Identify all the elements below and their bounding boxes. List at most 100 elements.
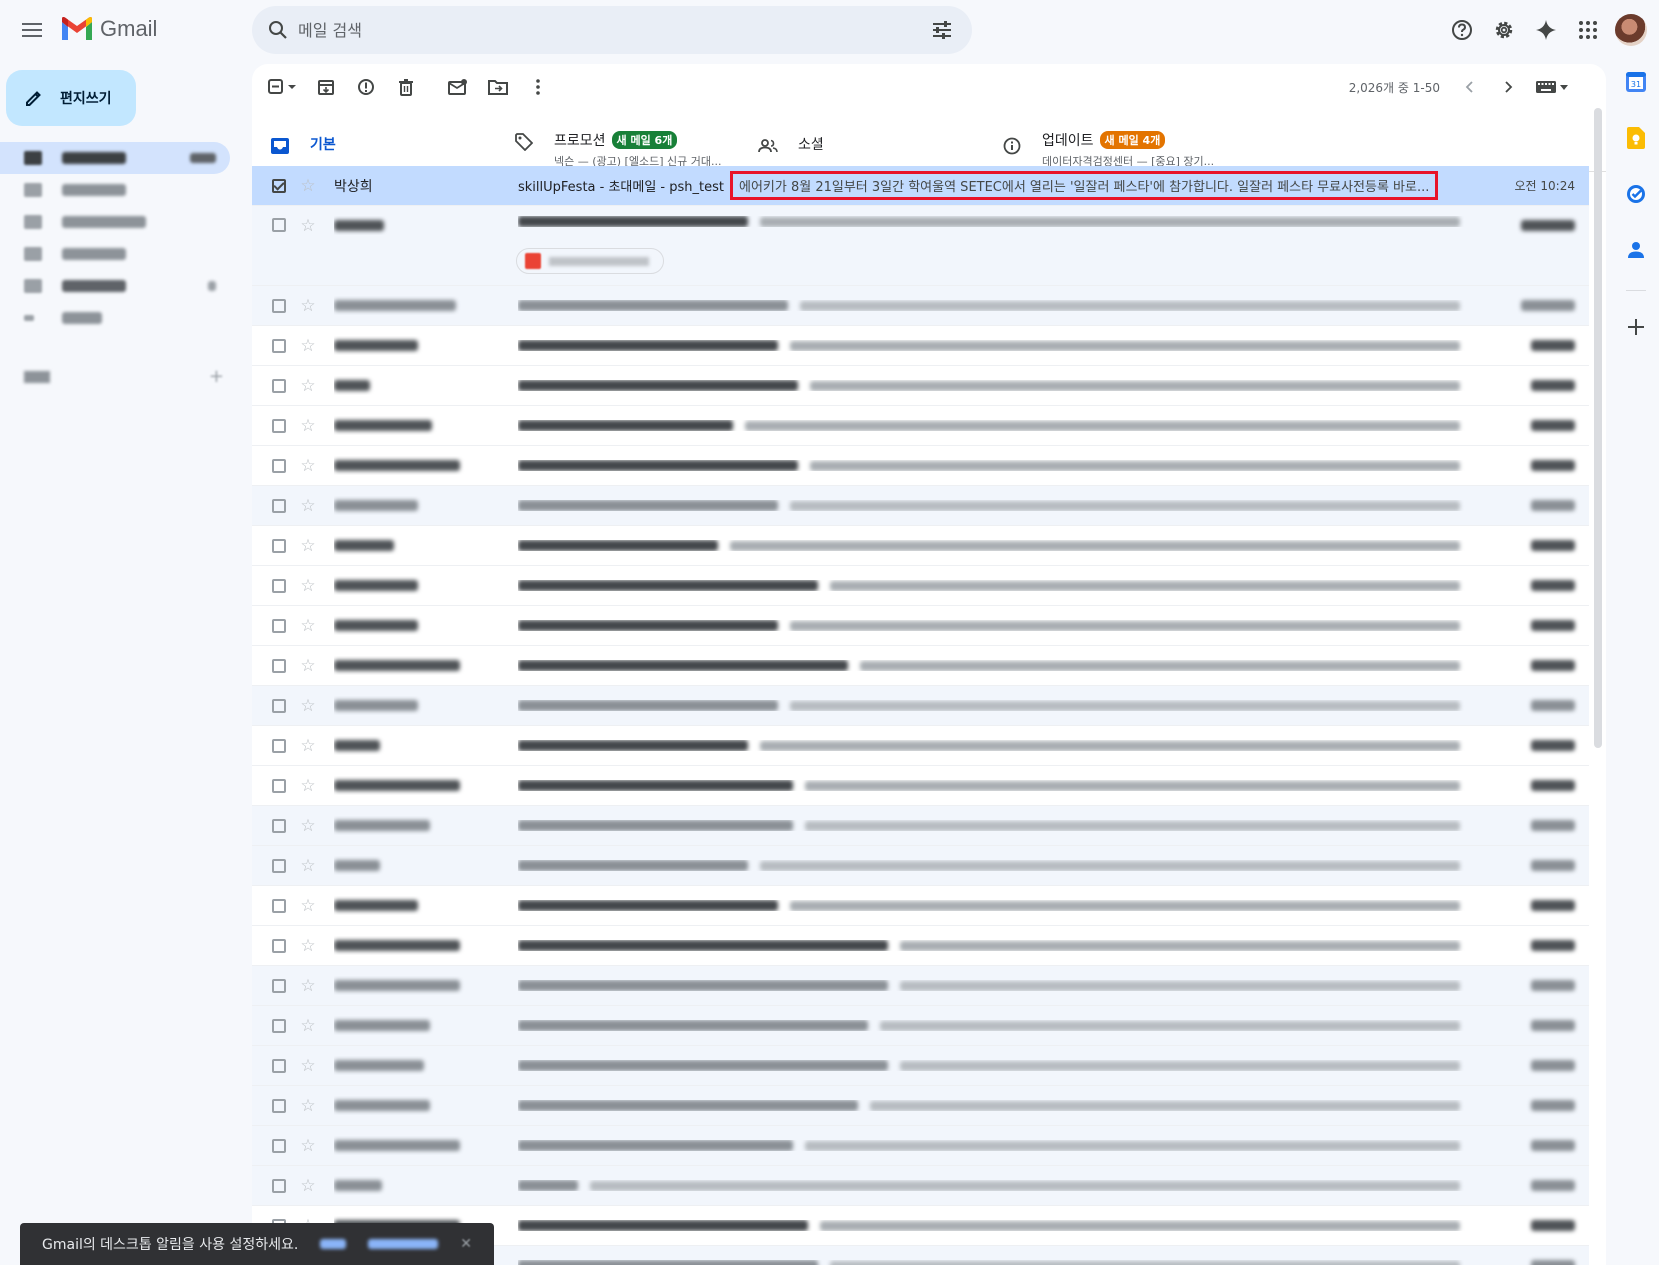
star-icon[interactable]: ☆ [298,336,318,356]
gmail-logo[interactable]: Gmail [60,16,157,42]
email-row[interactable]: ☆ [252,326,1589,366]
row-checkbox[interactable] [272,778,286,793]
input-tools-button[interactable] [1532,72,1572,102]
star-icon[interactable]: ☆ [298,896,318,916]
row-checkbox[interactable] [272,1098,286,1113]
email-row[interactable]: ☆ [252,1046,1589,1086]
row-checkbox[interactable] [272,458,286,473]
email-row[interactable]: ☆ [252,726,1589,766]
help-icon[interactable] [1441,12,1483,48]
sidebar-item-drafts[interactable] [0,270,230,302]
row-checkbox[interactable] [272,418,286,433]
row-checkbox[interactable] [272,378,286,393]
email-row[interactable]: ☆ [252,606,1589,646]
email-row[interactable]: ☆ [252,1086,1589,1126]
email-row[interactable]: ☆ [252,1166,1589,1206]
move-to-folder-icon[interactable] [478,67,518,107]
sidebar-item-inbox[interactable] [0,142,230,174]
email-row[interactable]: ☆ [252,566,1589,606]
email-row[interactable]: ☆ [252,1126,1589,1166]
attachment-chip[interactable] [516,248,664,274]
add-addon-icon[interactable] [1620,311,1652,343]
keep-notes-icon[interactable] [1620,122,1652,154]
row-checkbox[interactable] [272,178,286,193]
row-checkbox[interactable] [272,818,286,833]
row-checkbox[interactable] [272,738,286,753]
settings-gear-icon[interactable] [1483,12,1525,48]
compose-button[interactable]: 편지쓰기 [6,70,136,126]
star-icon[interactable]: ☆ [298,296,318,316]
scrollbar-thumb[interactable] [1594,108,1602,748]
row-checkbox[interactable] [272,938,286,953]
email-row[interactable]: ☆ [252,206,1589,286]
older-page-button[interactable] [1492,70,1526,104]
star-icon[interactable]: ☆ [298,1096,318,1116]
row-checkbox[interactable] [272,978,286,993]
star-icon[interactable]: ☆ [298,1176,318,1196]
star-icon[interactable]: ☆ [298,1016,318,1036]
email-row[interactable]: ☆ [252,446,1589,486]
delete-trash-icon[interactable] [386,67,426,107]
gemini-sparkle-icon[interactable] [1525,12,1567,48]
star-icon[interactable]: ☆ [298,696,318,716]
email-row[interactable]: ☆ [252,526,1589,566]
email-row[interactable]: ☆ [252,846,1589,886]
scrollbar[interactable] [1592,108,1602,748]
email-row[interactable]: ☆ [252,366,1589,406]
account-avatar[interactable] [1615,14,1647,46]
star-icon[interactable]: ☆ [298,376,318,396]
email-row[interactable]: ☆ [252,1006,1589,1046]
mark-as-read-icon[interactable] [438,67,478,107]
search-bar[interactable] [252,6,972,54]
row-checkbox[interactable] [272,218,286,232]
search-options-icon[interactable] [928,16,956,44]
email-row[interactable]: ☆ [252,286,1589,326]
star-icon[interactable]: ☆ [298,416,318,436]
star-icon[interactable]: ☆ [298,736,318,756]
report-spam-icon[interactable] [346,67,386,107]
row-checkbox[interactable] [272,298,286,313]
row-checkbox[interactable] [272,1138,286,1153]
star-icon[interactable]: ☆ [298,936,318,956]
tab-updates[interactable]: 업데이트 새 메일 4개 데이터자격검정센터 — [중요] 장기... [984,116,1284,172]
row-checkbox[interactable] [272,658,286,673]
sidebar-item-more[interactable] [0,302,230,334]
calendar-icon[interactable]: 31 [1620,66,1652,98]
star-icon[interactable]: ☆ [298,656,318,676]
search-input[interactable] [298,20,928,40]
tasks-icon[interactable] [1620,178,1652,210]
row-checkbox[interactable] [272,338,286,353]
select-all-checkbox[interactable] [260,67,306,107]
archive-icon[interactable] [306,67,346,107]
star-icon[interactable]: ☆ [298,816,318,836]
tab-primary[interactable]: 기본 [252,116,496,173]
star-icon[interactable]: ☆ [298,536,318,556]
tab-promotions[interactable]: 프로모션 새 메일 6개 넥슨 — (광고) [엘소드] 신규 거대... [496,116,740,172]
sidebar-item-snoozed[interactable] [0,206,230,238]
star-icon[interactable]: ☆ [298,496,318,516]
row-checkbox[interactable] [272,1178,286,1193]
star-icon[interactable]: ☆ [298,216,318,236]
star-icon[interactable]: ☆ [298,456,318,476]
star-icon[interactable]: ☆ [298,976,318,996]
star-icon[interactable]: ☆ [298,1056,318,1076]
row-checkbox[interactable] [272,1058,286,1073]
row-checkbox[interactable] [272,578,286,593]
star-icon[interactable]: ☆ [298,856,318,876]
more-options-icon[interactable] [518,67,558,107]
star-icon[interactable]: ☆ [298,776,318,796]
contacts-icon[interactable] [1620,234,1652,266]
tab-social[interactable]: 소셜 [740,116,984,172]
row-checkbox[interactable] [272,858,286,873]
star-icon[interactable]: ☆ [298,176,318,196]
star-icon[interactable]: ☆ [298,616,318,636]
row-checkbox[interactable] [272,1018,286,1033]
star-icon[interactable]: ☆ [298,576,318,596]
search-icon[interactable] [264,16,292,44]
row-checkbox[interactable] [272,498,286,513]
email-row[interactable]: ☆ [252,926,1589,966]
email-row-selected[interactable]: ☆ 박상희 skillUpFesta - 초대메일 - psh_test 에어키… [252,166,1589,206]
email-row[interactable]: ☆ [252,646,1589,686]
row-checkbox[interactable] [272,538,286,553]
email-row[interactable]: ☆ [252,886,1589,926]
